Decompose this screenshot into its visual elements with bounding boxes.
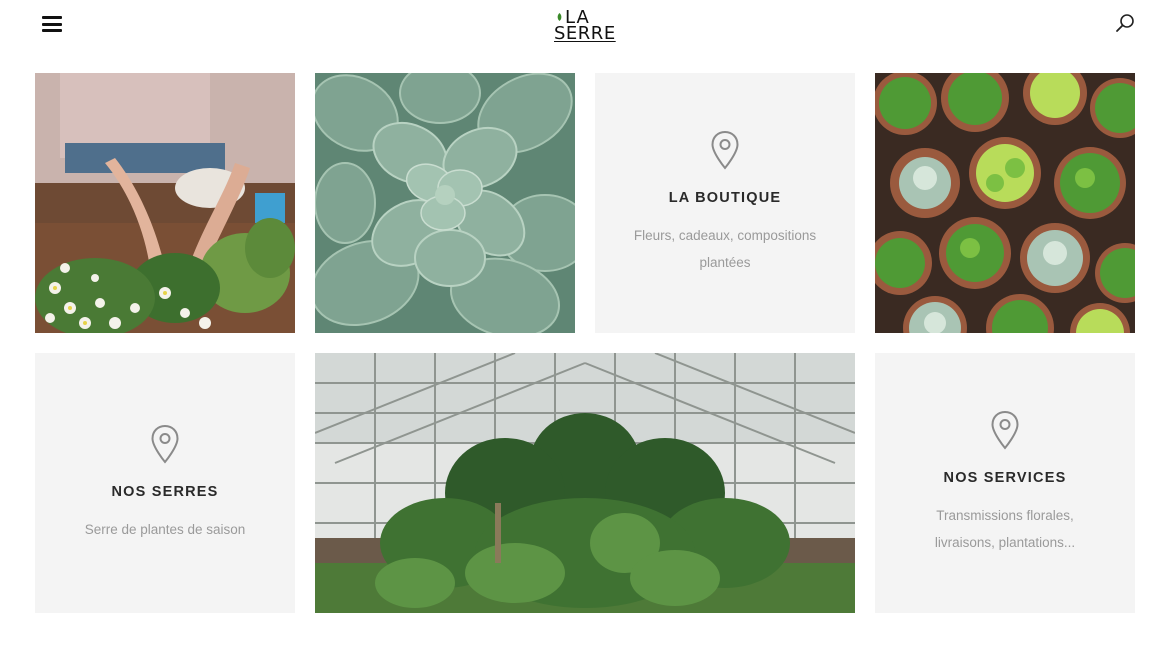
serres-card[interactable]: NOS SERRES Serre de plantes de saison (35, 353, 295, 613)
location-pin-icon (151, 424, 179, 464)
boutique-card[interactable]: LA BOUTIQUE Fleurs, cadeaux, composition… (595, 73, 855, 333)
serres-title: NOS SERRES (111, 483, 219, 500)
serres-description: Serre de plantes de saison (84, 521, 246, 537)
services-card[interactable]: NOS SERVICES Transmissions florales, liv… (875, 353, 1135, 613)
search-icon[interactable] (1114, 12, 1136, 34)
site-logo[interactable]: LA SERRE (553, 9, 619, 45)
location-pin-icon (991, 410, 1019, 450)
location-pin-icon (711, 130, 739, 170)
potted-succulents-photo (875, 73, 1135, 333)
hamburger-menu-icon[interactable] (42, 16, 64, 36)
services-description: Transmissions florales, livraisons, plan… (934, 508, 1076, 550)
florist-photo (35, 73, 295, 333)
succulent-photo (315, 73, 575, 333)
leaf-icon (557, 13, 562, 21)
services-title: NOS SERVICES (943, 470, 1067, 486)
site-header: LA SERRE (0, 0, 1168, 60)
boutique-title: LA BOUTIQUE (668, 190, 782, 206)
logo-line-2: SERRE (554, 23, 616, 44)
boutique-description: Fleurs, cadeaux, compositions plantées (633, 228, 817, 270)
greenhouse-photo (315, 353, 855, 613)
